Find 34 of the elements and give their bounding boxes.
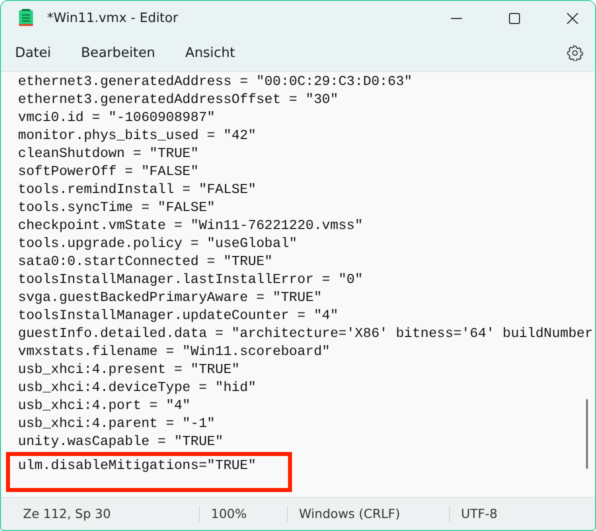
- close-icon[interactable]: [566, 12, 578, 24]
- code-line: tools.upgrade.policy = "useGlobal": [18, 236, 298, 254]
- status-text: Ze 112, Sp 30: [22, 506, 112, 522]
- code-line: svga.guestBackedPrimaryAware = "TRUE": [18, 290, 322, 308]
- code-line: vmci0.id = "-1060908987": [18, 110, 216, 128]
- status-text: Windows (CRLF): [287, 506, 449, 522]
- settings-icon[interactable]: [567, 45, 583, 61]
- code-line: tools.remindInstall = "FALSE": [18, 182, 256, 200]
- code-line: guestInfo.detailed.data = "architecture='X86' bitness='64' buildNumber: [18, 326, 593, 344]
- window-title: *Win11.vmx - Editor: [47, 10, 180, 26]
- menu-item[interactable]: Bearbeiten: [71, 41, 166, 65]
- code-line: sata0:0.startConnected = "TRUE": [18, 254, 273, 272]
- code-line: vmxstats.filename = "Win11.scoreboard": [18, 344, 330, 362]
- code-line: ethernet3.generatedAddress = "00:0C:29:C3:D0:63": [18, 74, 412, 92]
- code-line: monitor.phys_bits_used = "42": [18, 128, 256, 146]
- code-line: cleanShutdown = "TRUE": [18, 146, 199, 164]
- code-line: softPowerOff = "FALSE": [18, 164, 199, 182]
- code-line: ethernet3.generatedAddressOffset = "30": [18, 92, 338, 110]
- maximize-icon[interactable]: [508, 12, 520, 24]
- code-line: tools.syncTime = "FALSE": [18, 200, 216, 218]
- menu-item[interactable]: Ansicht: [175, 41, 246, 65]
- menu-item[interactable]: Datei: [5, 41, 62, 65]
- code-line: usb_xhci:4.parent = "-1": [18, 416, 216, 434]
- notepad-icon: [19, 9, 33, 27]
- code-line: toolsInstallManager.updateCounter = "4": [18, 308, 338, 326]
- code-line: usb_xhci:4.deviceType = "hid": [18, 380, 256, 398]
- code-line: checkpoint.vmState = "Win11-76221220.vmss": [18, 218, 363, 236]
- status-text: UTF-8: [449, 506, 549, 522]
- code-line: usb_xhci:4.present = "TRUE": [18, 362, 240, 380]
- code-line: toolsInstallManager.lastInstallError = "0": [18, 272, 363, 290]
- code-line: usb_xhci:4.port = "4": [18, 398, 190, 416]
- code-line: unity.wasCapable = "TRUE": [18, 434, 224, 452]
- scrollbar-thumb[interactable]: [586, 399, 588, 469]
- status-text: 100%: [199, 506, 287, 522]
